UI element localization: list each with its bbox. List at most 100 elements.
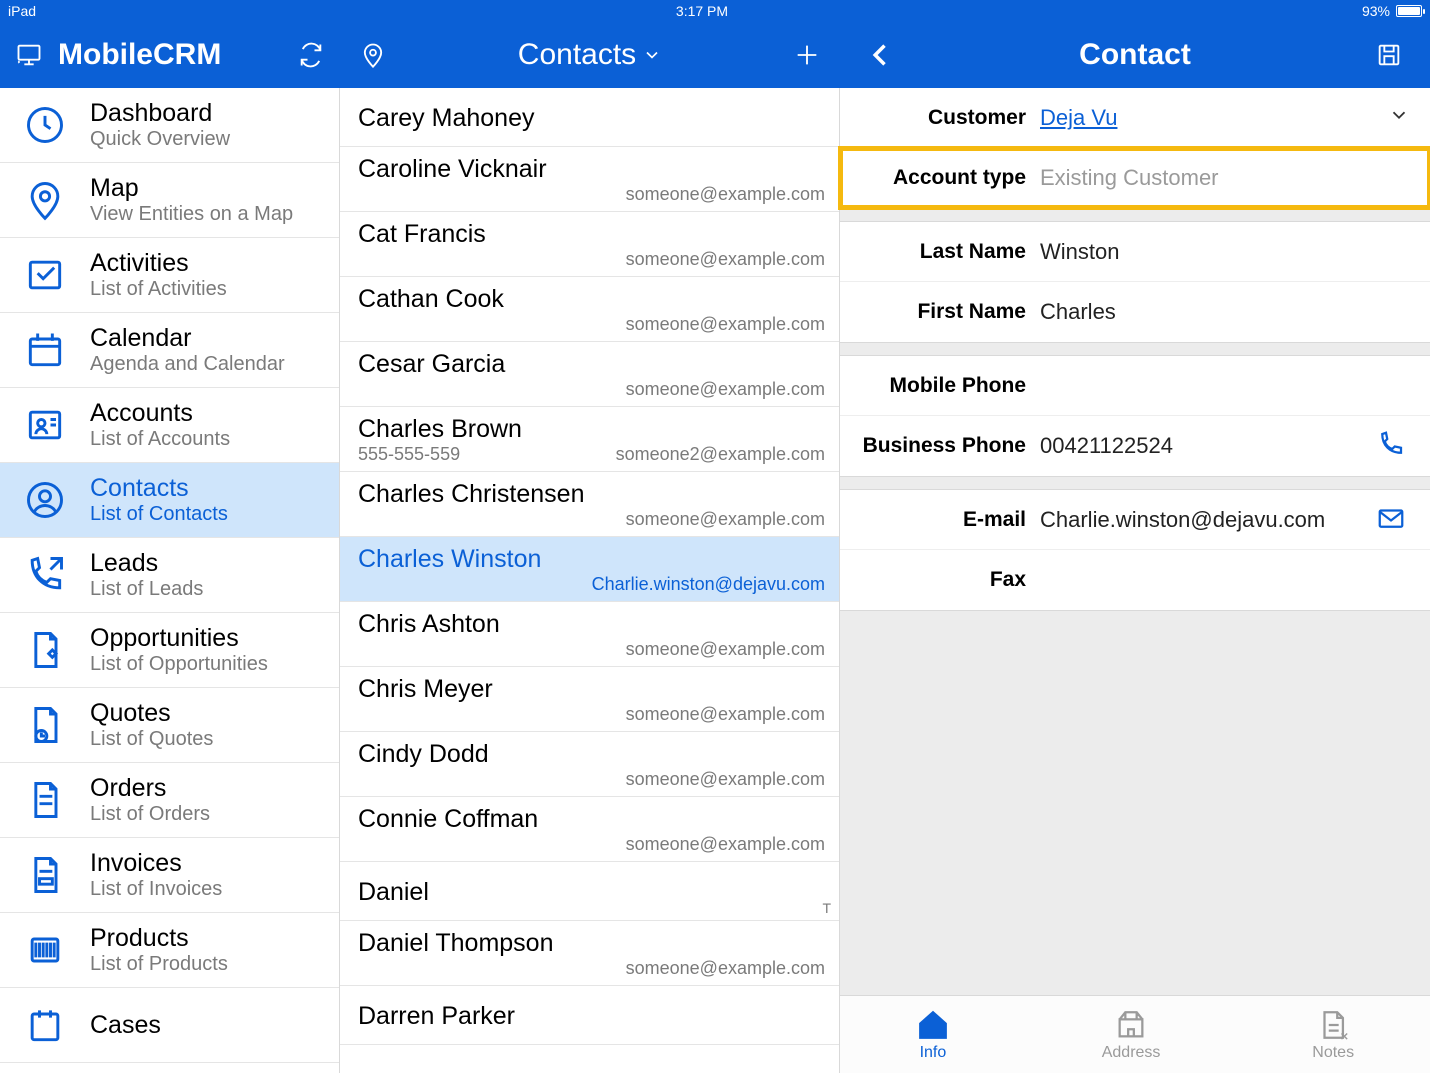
contact-list-item[interactable]: Chris Ashtonsomeone@example.com (340, 602, 839, 667)
value-email[interactable]: Charlie.winston@dejavu.com (1040, 507, 1376, 533)
contact-list-item[interactable]: Connie Coffmansomeone@example.com (340, 797, 839, 862)
app-title: MobileCRM (58, 38, 221, 72)
contact-list-item[interactable]: Charles Brown555-555-559someone2@example… (340, 407, 839, 472)
monitor-icon[interactable] (12, 38, 46, 72)
tab-notes[interactable]: Notes (1312, 1008, 1354, 1062)
contact-name: Daniel Thompson (358, 929, 825, 958)
value-first-name[interactable]: Charles (1040, 299, 1410, 325)
contact-list-item[interactable]: Cesar Garciasomeone@example.com (340, 342, 839, 407)
contact-name: Cesar Garcia (358, 350, 825, 379)
sidebar-item-map[interactable]: Map View Entities on a Map (0, 163, 339, 238)
sidebar-item-subtitle: Quick Overview (90, 128, 230, 151)
sidebar-icon (18, 248, 72, 302)
contact-name: Caroline Vicknair (358, 155, 825, 184)
sidebar-icon (18, 698, 72, 752)
sidebar-item-accounts[interactable]: Accounts List of Accounts (0, 388, 339, 463)
sidebar-item-title: Activities (90, 249, 227, 278)
contact-name: Cathan Cook (358, 285, 825, 314)
chevron-down-icon (642, 45, 662, 65)
contact-detail: Customer Deja Vu Account type Existing C… (840, 88, 1430, 1073)
contact-name: Chris Meyer (358, 675, 825, 704)
device-label: iPad (8, 3, 36, 19)
contact-email: someone2@example.com (616, 444, 825, 465)
sidebar-icon (18, 923, 72, 977)
tab-address[interactable]: Address (1102, 1008, 1161, 1062)
label-last-name: Last Name (840, 240, 1040, 264)
sidebar-icon (18, 173, 72, 227)
save-icon[interactable] (1372, 38, 1406, 72)
contact-name: Carey Mahoney (358, 104, 825, 133)
sidebar-item-contacts[interactable]: Contacts List of Contacts (0, 463, 339, 538)
top-bar: MobileCRM Contacts Contact (0, 22, 1430, 88)
field-fax[interactable]: Fax (840, 550, 1430, 610)
value-account-type: Existing Customer (1040, 165, 1410, 191)
sidebar-item-activities[interactable]: Activities List of Activities (0, 238, 339, 313)
tab-info[interactable]: Info (916, 1008, 950, 1062)
sidebar-item-dashboard[interactable]: Dashboard Quick Overview (0, 88, 339, 163)
contact-list-item[interactable]: Charles WinstonCharlie.winston@dejavu.co… (340, 537, 839, 602)
contact-email: someone@example.com (626, 704, 825, 725)
contact-name: Cat Francis (358, 220, 825, 249)
sidebar-item-quotes[interactable]: Quotes List of Quotes (0, 688, 339, 763)
sidebar-item-subtitle: List of Products (90, 953, 228, 976)
sidebar-item-leads[interactable]: Leads List of Leads (0, 538, 339, 613)
contact-name: Charles Christensen (358, 480, 825, 509)
sidebar-item-cases[interactable]: Cases (0, 988, 339, 1063)
sidebar-icon (18, 473, 72, 527)
contact-list-item[interactable]: Cathan Cooksomeone@example.com (340, 277, 839, 342)
contact-name: Charles Winston (358, 545, 825, 574)
contacts-dropdown[interactable]: Contacts (518, 38, 662, 72)
label-first-name: First Name (840, 300, 1040, 324)
back-button[interactable] (864, 38, 898, 72)
contact-email: someone@example.com (626, 184, 825, 205)
label-fax: Fax (840, 568, 1040, 592)
sidebar-item-title: Calendar (90, 324, 285, 353)
sidebar-item-orders[interactable]: Orders List of Orders (0, 763, 339, 838)
sidebar-icon (18, 623, 72, 677)
sidebar-item-title: Leads (90, 549, 203, 578)
add-button[interactable] (790, 38, 824, 72)
contact-name: Connie Coffman (358, 805, 825, 834)
contact-list-item[interactable]: Cindy Doddsomeone@example.com (340, 732, 839, 797)
field-business-phone[interactable]: Business Phone 00421122524 (840, 416, 1430, 476)
sidebar-item-title: Invoices (90, 849, 222, 878)
clock: 3:17 PM (676, 3, 728, 19)
label-business-phone: Business Phone (840, 434, 1040, 458)
sidebar-item-title: Map (90, 174, 293, 203)
sidebar-item-opportunities[interactable]: Opportunities List of Opportunities (0, 613, 339, 688)
battery-pct: 93% (1362, 3, 1390, 19)
label-account-type: Account type (840, 166, 1040, 190)
contact-list-item[interactable]: Daniel Thompsonsomeone@example.com (340, 921, 839, 986)
sidebar-item-invoices[interactable]: Invoices List of Invoices (0, 838, 339, 913)
sync-icon[interactable] (294, 38, 328, 72)
map-pin-icon[interactable] (356, 38, 390, 72)
mail-icon[interactable] (1376, 503, 1410, 537)
field-customer[interactable]: Customer Deja Vu (840, 88, 1430, 148)
contact-list-item[interactable]: Chris Meyersomeone@example.com (340, 667, 839, 732)
contact-list-item[interactable]: DanielT (340, 862, 839, 921)
chevron-down-icon[interactable] (1388, 104, 1410, 131)
sidebar-item-subtitle: List of Contacts (90, 503, 228, 526)
sidebar-item-calendar[interactable]: Calendar Agenda and Calendar (0, 313, 339, 388)
field-last-name[interactable]: Last Name Winston (840, 222, 1430, 282)
field-email[interactable]: E-mail Charlie.winston@dejavu.com (840, 490, 1430, 550)
field-account-type[interactable]: Account type Existing Customer (840, 148, 1430, 208)
value-customer[interactable]: Deja Vu (1040, 105, 1388, 131)
contact-list-item[interactable]: Darren Parker (340, 986, 839, 1045)
contact-list-item[interactable]: Carey Mahoney (340, 88, 839, 147)
field-mobile-phone[interactable]: Mobile Phone (840, 356, 1430, 416)
sidebar-icon (18, 98, 72, 152)
contact-list-item[interactable]: Cat Francissomeone@example.com (340, 212, 839, 277)
label-customer: Customer (840, 106, 1040, 130)
field-first-name[interactable]: First Name Charles (840, 282, 1430, 342)
sidebar-item-subtitle: List of Invoices (90, 878, 222, 901)
contact-name: Charles Brown (358, 415, 825, 444)
sidebar-item-products[interactable]: Products List of Products (0, 913, 339, 988)
value-business-phone[interactable]: 00421122524 (1040, 433, 1376, 459)
phone-icon[interactable] (1376, 429, 1410, 463)
contact-list-item[interactable]: Charles Christensensomeone@example.com (340, 472, 839, 537)
contact-list-item[interactable]: Caroline Vicknairsomeone@example.com (340, 147, 839, 212)
sidebar-item-subtitle: List of Leads (90, 578, 203, 601)
sidebar-item-subtitle: List of Orders (90, 803, 210, 826)
value-last-name[interactable]: Winston (1040, 239, 1410, 265)
